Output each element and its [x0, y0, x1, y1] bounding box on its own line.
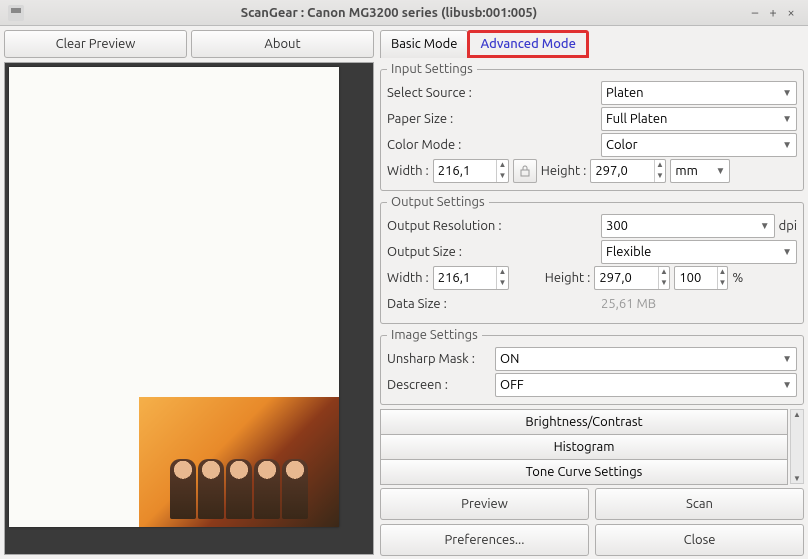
chevron-down-icon: ▼	[760, 220, 770, 232]
unsharp-label: Unsharp Mask :	[387, 352, 491, 366]
chevron-down-icon: ▼	[782, 139, 792, 151]
input-width-field[interactable]: ▲▼	[433, 159, 509, 183]
dpi-label: dpi	[779, 219, 797, 233]
close-window-button[interactable]: ×	[782, 6, 800, 20]
output-width-label: Width :	[387, 271, 429, 285]
chevron-down-icon: ▼	[715, 165, 725, 177]
descreen-dropdown[interactable]: OFF▼	[495, 373, 797, 397]
unsharp-dropdown[interactable]: ON▼	[495, 347, 797, 371]
input-settings-group: Input Settings Select Source : Platen▼ P…	[380, 62, 804, 191]
tone-curve-expander[interactable]: Tone Curve Settings	[380, 459, 788, 485]
image-settings-group: Image Settings Unsharp Mask : ON▼ Descre…	[380, 328, 804, 405]
paper-size-label: Paper Size :	[387, 112, 597, 126]
select-source-label: Select Source :	[387, 86, 597, 100]
color-mode-dropdown[interactable]: Color▼	[601, 133, 797, 157]
close-button[interactable]: Close	[595, 524, 804, 556]
clear-preview-button[interactable]: Clear Preview	[4, 30, 187, 58]
paper-size-dropdown[interactable]: Full Platen▼	[601, 107, 797, 131]
output-height-field[interactable]: ▲▼	[594, 266, 670, 290]
input-width-label: Width :	[387, 164, 429, 178]
output-resolution-label: Output Resolution :	[387, 219, 597, 233]
preview-area[interactable]	[4, 62, 374, 555]
output-settings-group: Output Settings Output Resolution : 300▼…	[380, 195, 804, 324]
input-settings-legend: Input Settings	[387, 62, 477, 76]
output-resolution-dropdown[interactable]: 300▼	[601, 214, 775, 238]
descreen-label: Descreen :	[387, 378, 491, 392]
output-width-field[interactable]: ▲▼	[433, 266, 509, 290]
output-size-dropdown[interactable]: Flexible▼	[601, 240, 797, 264]
percent-label: %	[732, 271, 743, 285]
scan-button[interactable]: Scan	[595, 488, 804, 520]
chevron-down-icon: ▼	[782, 379, 792, 391]
tab-basic-mode[interactable]: Basic Mode	[380, 30, 468, 58]
scroll-up-icon[interactable]: ▲	[791, 410, 803, 419]
input-height-label: Height :	[541, 164, 587, 178]
tab-advanced-mode[interactable]: Advanced Mode	[467, 30, 588, 58]
chevron-down-icon: ▼	[782, 87, 792, 99]
brightness-contrast-expander[interactable]: Brightness/Contrast	[380, 409, 788, 435]
preview-button[interactable]: Preview	[380, 488, 589, 520]
scanned-photo	[139, 397, 339, 527]
expander-scrollbar[interactable]: ▲▼	[790, 409, 804, 484]
chevron-down-icon: ▼	[782, 113, 792, 125]
preferences-button[interactable]: Preferences...	[380, 524, 589, 556]
titlebar: ScanGear : Canon MG3200 series (libusb:0…	[0, 0, 808, 26]
app-icon	[8, 5, 24, 21]
input-height-field[interactable]: ▲▼	[590, 159, 666, 183]
lock-aspect-button[interactable]	[513, 159, 537, 183]
maximize-button[interactable]: +	[764, 6, 782, 20]
output-scale-field[interactable]: ▲▼	[674, 266, 728, 290]
about-button[interactable]: About	[191, 30, 374, 58]
image-settings-legend: Image Settings	[387, 328, 482, 342]
scroll-down-icon[interactable]: ▼	[791, 474, 803, 483]
select-source-dropdown[interactable]: Platen▼	[601, 81, 797, 105]
mode-tabs: Basic Mode Advanced Mode	[380, 30, 804, 58]
chevron-down-icon: ▼	[782, 353, 792, 365]
output-height-label: Height :	[545, 271, 591, 285]
color-mode-label: Color Mode :	[387, 138, 597, 152]
preview-page	[9, 67, 339, 527]
data-size-label: Data Size :	[387, 297, 597, 311]
histogram-expander[interactable]: Histogram	[380, 434, 788, 460]
input-unit-dropdown[interactable]: mm▼	[670, 159, 730, 183]
minimize-button[interactable]: –	[746, 6, 764, 20]
data-size-value: 25,61 MB	[601, 297, 656, 311]
window-title: ScanGear : Canon MG3200 series (libusb:0…	[32, 6, 746, 20]
output-size-label: Output Size :	[387, 245, 597, 259]
chevron-down-icon: ▼	[782, 246, 792, 258]
output-settings-legend: Output Settings	[387, 195, 489, 209]
